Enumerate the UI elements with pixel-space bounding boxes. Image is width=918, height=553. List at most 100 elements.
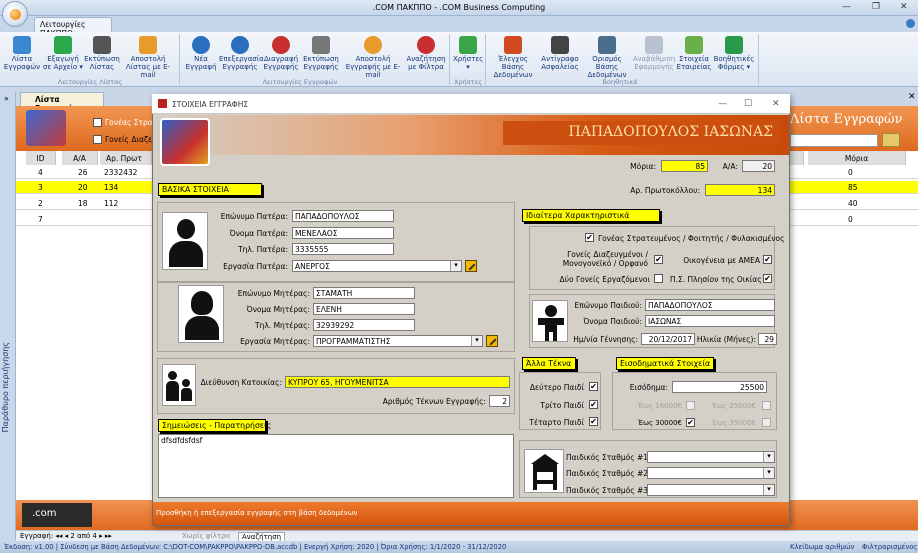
print-record-button[interactable]: Εκτύπωση Εγγραφής <box>301 34 341 71</box>
nursery-1-select[interactable]: ▾ <box>647 451 775 463</box>
record-position[interactable]: Εγγραφή: ◂◂ ◂ 2 από 4 ▸ ▸▸ <box>20 532 112 540</box>
column-header-id[interactable]: ID <box>26 151 56 165</box>
chevron-down-icon[interactable]: ▾ <box>450 261 461 271</box>
protocol-field[interactable]: 134 <box>705 184 775 196</box>
dialog-maximize-icon[interactable]: ☐ <box>744 99 752 109</box>
group-helpers: Βοηθητικά <box>602 78 638 86</box>
delete-record-button[interactable]: Διαγραφή Εγγραφής <box>261 34 301 71</box>
income-label: Εισόδημα: <box>629 383 668 392</box>
upgrade-icon <box>645 36 663 54</box>
filter-divorced-checkbox[interactable] <box>93 135 102 144</box>
close-doc-icon[interactable]: ✕ <box>908 92 916 102</box>
divorced-label: Γονείς Διαζευγμένοι / <box>567 250 648 259</box>
email-list-button[interactable]: Αποστολή Λίστας με E-mail <box>120 34 176 79</box>
near-home-checkbox[interactable]: ✔ <box>763 274 772 283</box>
income-range-16000-label: Έως 16000€ <box>637 402 682 410</box>
income-range-16000-checkbox[interactable] <box>686 401 695 410</box>
minimize-icon[interactable]: — <box>842 2 851 12</box>
address-input[interactable]: ΚΥΠΡΟΥ 65, ΗΓΟΥΜΕΝΙΤΣΑ <box>285 376 510 388</box>
income-range-25000-checkbox[interactable] <box>762 401 771 410</box>
ribbon-separator <box>449 34 450 85</box>
father-phone-input[interactable]: 3335555 <box>292 243 394 255</box>
mother-surname-label: Επώνυμο Μητέρας: <box>237 289 310 298</box>
mother-job-select[interactable]: ΠΡΟΓΡΑΜΜΑΤΙΣΤΗΣ ▾ <box>313 335 483 347</box>
second-child-checkbox[interactable]: ✔ <box>589 382 598 391</box>
chevron-down-icon[interactable]: ▾ <box>763 468 774 478</box>
upgrade-button[interactable]: Αναβάθμιση Εφαρμογής <box>632 34 676 71</box>
third-child-checkbox[interactable]: ✔ <box>589 400 598 409</box>
father-job-select[interactable]: ΑΝΕΡΓΟΣ ▾ <box>292 260 462 272</box>
dialog-close-icon[interactable]: ✕ <box>772 99 780 109</box>
check-db-button[interactable]: Έλεγχος Βάσης Δεδομένων <box>488 34 538 79</box>
print-list-button[interactable]: Εκτύπωση Λίστας <box>84 34 120 71</box>
nursery-2-select[interactable]: ▾ <box>647 467 775 479</box>
close-icon[interactable]: ✕ <box>900 2 908 12</box>
section-income: Εισοδηματικά Στοιχεία <box>616 357 714 370</box>
mother-name-input[interactable]: ΕΛΕΝΗ <box>313 303 415 315</box>
edit-record-button[interactable]: Επεξεργασία Εγγραφής <box>219 34 264 71</box>
moria-field[interactable]: 85 <box>661 160 708 172</box>
no-filter-indicator[interactable]: Χωρίς φίλτρο <box>182 532 230 540</box>
edit-father-job-icon[interactable] <box>465 260 477 272</box>
maximize-icon[interactable]: ❐ <box>872 2 880 12</box>
military-checkbox[interactable]: ✔ <box>585 233 594 242</box>
dialog-title-bar: ΣΤΟΙΧΕΙΑ ΕΓΓΡΑΦΗΣ — ☐ ✕ <box>152 94 790 114</box>
chevron-down-icon[interactable]: ▾ <box>763 452 774 462</box>
list-search-button[interactable] <box>882 133 900 147</box>
father-job-label: Εργασία Πατέρα: <box>223 262 288 271</box>
income-range-35000-checkbox[interactable] <box>762 418 771 427</box>
dialog-minimize-icon[interactable]: — <box>718 99 727 109</box>
edit-mother-job-icon[interactable] <box>486 335 498 347</box>
company-info-button[interactable]: Στοιχεία Εταιρείας <box>676 34 712 71</box>
mother-surname-input[interactable]: ΣΤΑΜΑΤΗ <box>313 287 415 299</box>
amea-checkbox[interactable]: ✔ <box>763 255 772 264</box>
column-header-protocol[interactable]: Αρ. Πρωτ <box>100 151 152 165</box>
status-bar: Έκδοση: v1.00 | Σύνδεση με Βάση Δεδομένω… <box>0 541 918 553</box>
fourth-child-checkbox[interactable]: ✔ <box>589 417 598 426</box>
help-icon[interactable] <box>906 19 915 28</box>
divorced-checkbox[interactable]: ✔ <box>654 255 663 264</box>
users-button[interactable]: Χρήστες ▾ <box>453 34 483 71</box>
child-age-input[interactable]: 29 <box>758 333 777 345</box>
tab-main-functions[interactable]: Λειτουργίες ΠΑΚΠΠΟ <box>34 17 112 38</box>
father-surname-label: Επώνυμο Πατέρα: <box>220 212 288 221</box>
second-child-label: Δεύτερο Παιδί <box>529 383 584 392</box>
list-search-input[interactable] <box>790 134 878 147</box>
child-surname-input[interactable]: ΠΑΠΑΔΟΠΟΥΛΟΣ <box>645 299 775 311</box>
fourth-child-label: Τέταρτο Παιδί <box>529 418 584 427</box>
child-name-input[interactable]: ΙΑΣΩΝΑΣ <box>645 315 775 327</box>
expand-nav-icon[interactable]: » <box>4 94 9 103</box>
tab-record-list[interactable]: Λίστα Εγγραφών <box>20 92 104 113</box>
chevron-down-icon[interactable]: ▾ <box>763 485 774 495</box>
export-file-button[interactable]: Εξαγωγή σε Αρχείο ▾ <box>42 34 84 71</box>
office-button[interactable] <box>2 1 28 27</box>
column-header-moria[interactable]: Μόρια <box>808 151 906 165</box>
navigation-pane[interactable]: » Παράθυρο περιήγησης <box>0 92 16 540</box>
income-input[interactable]: 25500 <box>672 381 767 393</box>
father-surname-input[interactable]: ΠΑΠΑΔΟΠΟΥΛΟΣ <box>292 210 394 222</box>
mother-phone-label: Τηλ. Μητέρας: <box>255 321 310 330</box>
record-navigator[interactable]: Εγγραφή: ◂◂ ◂ 2 από 4 ▸ ▸▸ Χωρίς φίλτρο … <box>16 530 918 542</box>
group-users: Χρήστες <box>453 78 483 86</box>
users-icon <box>459 36 477 54</box>
child-dob-input[interactable]: 20/12/2017 <box>641 333 695 345</box>
filter-search-button[interactable]: Αναζήτηση με Φίλτρα <box>405 34 447 71</box>
helper-forms-button[interactable]: Βοηθητικές Φόρμες ▾ <box>712 34 756 71</box>
aa-field[interactable]: 20 <box>742 160 775 172</box>
chevron-down-icon[interactable]: ▾ <box>471 336 482 346</box>
two-working-checkbox[interactable] <box>654 274 663 283</box>
email-record-button[interactable]: Αποστολή Εγγραφής με E-mail <box>341 34 405 79</box>
mother-phone-input[interactable]: 32939292 <box>313 319 415 331</box>
father-name-input[interactable]: ΜΕΝΕΛΑΟΣ <box>292 227 394 239</box>
define-db-button[interactable]: Ορισμός Βάσης Δεδομένων <box>582 34 632 79</box>
filter-military-checkbox[interactable] <box>93 118 102 127</box>
income-range-30000-checkbox[interactable]: ✔ <box>686 418 695 427</box>
column-header-hidden[interactable] <box>790 151 804 165</box>
backup-button[interactable]: Αντίγραφο Ασφαλείας <box>538 34 582 71</box>
column-header-aa[interactable]: Α/Α <box>62 151 98 165</box>
nursery-3-select[interactable]: ▾ <box>647 484 775 496</box>
children-count-input[interactable]: 2 <box>489 395 510 407</box>
new-record-button[interactable]: Νέα Εγγραφή <box>183 34 219 71</box>
list-records-button[interactable]: Λίστα Εγγραφών <box>2 34 42 71</box>
notes-textarea[interactable]: dfsdfdsfdsf <box>158 434 514 498</box>
